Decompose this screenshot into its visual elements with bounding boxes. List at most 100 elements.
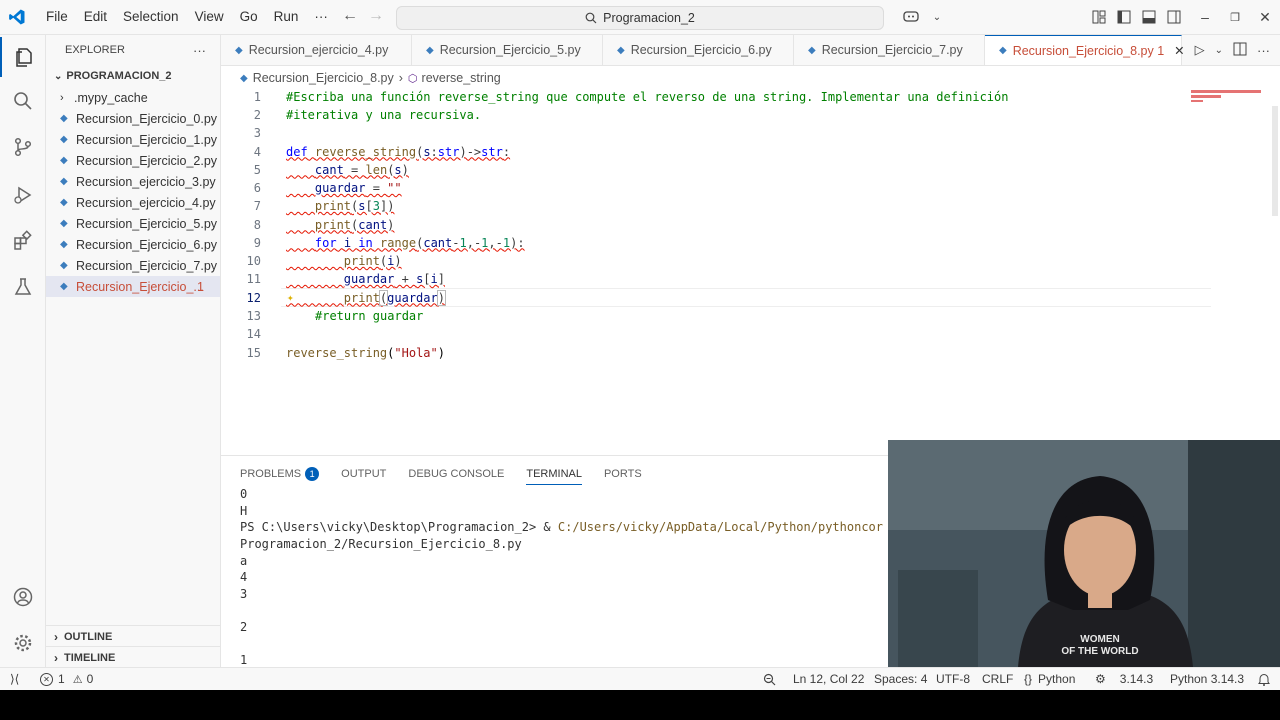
tab-label: PROBLEMS: [240, 468, 302, 480]
command-center-search[interactable]: Programacion_2: [396, 6, 884, 30]
source-control-icon[interactable]: [0, 127, 45, 167]
tree-item-file[interactable]: ◆ Recursion_Ejercicio_6.py: [46, 234, 220, 255]
activity-bar: [0, 35, 46, 667]
notifications-bell-icon[interactable]: [1258, 668, 1270, 690]
explorer-more-icon[interactable]: ···: [193, 43, 206, 58]
indentation[interactable]: Spaces: 4: [874, 668, 927, 690]
terminal-line: H: [240, 504, 248, 518]
remote-indicator-icon[interactable]: ⟩⟨: [10, 668, 19, 690]
tree-item-file[interactable]: ◆ Recursion_Ejercicio_7.py: [46, 255, 220, 276]
python-file-icon: ◆: [808, 44, 816, 56]
toggle-secondary-sidebar-icon[interactable]: [1163, 6, 1185, 28]
terminal-line: 3: [240, 587, 248, 601]
back-arrow-icon[interactable]: ←: [342, 7, 358, 25]
tree-item-file[interactable]: ◆ Recursion_ejercicio_4.py: [46, 192, 220, 213]
tab-output[interactable]: OUTPUT: [341, 468, 386, 480]
tree-item-mypy-cache[interactable]: › .mypy_cache: [46, 87, 220, 108]
terminal-line-prompt: PS C:\Users\vicky\Desktop\Programacion_2…: [240, 520, 883, 534]
chevron-down-icon[interactable]: ⌄: [1215, 45, 1223, 56]
tree-item-file[interactable]: ◆ Recursion_Ejercicio_0.py: [46, 108, 220, 129]
zoom-icon[interactable]: [763, 668, 776, 690]
tab-problems[interactable]: PROBLEMS 1: [240, 467, 320, 481]
menu-file[interactable]: File: [38, 0, 76, 34]
line-ending[interactable]: CRLF: [982, 668, 1013, 690]
copilot-icon[interactable]: [896, 6, 926, 28]
tree-item-file-active[interactable]: ◆ Recursion_Ejercicio_... 1: [46, 276, 220, 297]
breadcrumb-symbol[interactable]: reverse_string: [422, 71, 501, 85]
tab-recursion-ejercicio-6[interactable]: ◆ Recursion_Ejercicio_6.py: [603, 35, 794, 65]
extensions-icon[interactable]: [0, 221, 45, 261]
tab-terminal[interactable]: TERMINAL: [526, 468, 582, 485]
timeline-section[interactable]: › TIMELINE: [46, 646, 220, 668]
menu-view[interactable]: View: [187, 0, 232, 34]
tab-recursion-ejercicio-7[interactable]: ◆ Recursion_Ejercicio_7.py: [794, 35, 985, 65]
python-icon: ⚙: [1095, 672, 1106, 686]
code-line: 5 cant = len(s): [253, 162, 409, 177]
run-python-file-icon[interactable]: ▷: [1195, 42, 1205, 58]
tab-recursion-ejercicio-8[interactable]: ◆ Recursion_Ejercicio_8.py 1 ✕: [985, 35, 1185, 65]
explorer-icon[interactable]: [0, 37, 47, 77]
settings-gear-icon[interactable]: [0, 623, 45, 663]
outline-label: OUTLINE: [64, 630, 113, 643]
tree-item-label: Recursion_ejercicio_4.py: [76, 195, 216, 210]
code-line: 15 reverse_string("Hola"): [246, 345, 445, 360]
tree-item-file[interactable]: ◆ Recursion_ejercicio_3.py: [46, 171, 220, 192]
chevron-down-icon[interactable]: ⌄: [926, 6, 948, 28]
menu-edit[interactable]: Edit: [76, 0, 115, 34]
toggle-panel-icon[interactable]: [1138, 6, 1160, 28]
outline-section[interactable]: › OUTLINE: [46, 625, 220, 647]
code-editor[interactable]: 1 #Escriba una función reverse_string que…: [221, 88, 1280, 443]
code-line: 7 print(s[3]): [253, 199, 395, 213]
shirt-text-2: OF THE WORLD: [1061, 646, 1138, 657]
problems-status[interactable]: ✕ 1 ⚠ 0: [40, 668, 93, 690]
editor-scrollbar[interactable]: [1272, 106, 1278, 216]
run-debug-icon[interactable]: [0, 175, 45, 215]
toggle-primary-sidebar-icon[interactable]: [1113, 6, 1135, 28]
more-actions-icon[interactable]: ···: [1257, 43, 1270, 58]
explorer-title: EXPLORER: [65, 44, 125, 56]
python-interpreter[interactable]: Python 3.14.3: [1170, 668, 1244, 690]
tab-label: Recursion_Ejercicio_8.py 1: [1012, 43, 1165, 58]
python-environment[interactable]: ⚙ 3.14.3: [1095, 668, 1153, 690]
language-mode[interactable]: {} Python: [1024, 668, 1075, 690]
code-line: 10 print(i): [246, 254, 402, 268]
tab-debug-console[interactable]: DEBUG CONSOLE: [408, 468, 504, 480]
menu-run[interactable]: Run: [266, 0, 307, 34]
close-tab-icon[interactable]: ✕: [1174, 43, 1184, 58]
vscode-logo-icon[interactable]: [0, 0, 34, 34]
tab-ports[interactable]: PORTS: [604, 468, 642, 480]
shirt-text-1: WOMEN: [1080, 634, 1119, 645]
folder-programacion-2[interactable]: ⌄ PROGRAMACION_2: [46, 65, 220, 87]
encoding[interactable]: UTF-8: [936, 668, 970, 690]
forward-arrow-icon[interactable]: →: [368, 7, 384, 25]
chevron-right-icon: ›: [398, 71, 403, 85]
tree-item-label: Recursion_Ejercicio_2.py: [76, 153, 218, 168]
tab-recursion-ejercicio-5[interactable]: ◆ Recursion_Ejercicio_5.py: [412, 35, 603, 65]
python-file-icon: ◆: [60, 155, 68, 166]
accounts-icon[interactable]: [0, 577, 45, 617]
code-line: 9 for i in range(cant-1,-1,-1):: [253, 235, 525, 250]
tree-item-file[interactable]: ◆ Recursion_Ejercicio_2.py: [46, 150, 220, 171]
minimize-icon[interactable]: –: [1190, 6, 1220, 28]
python-file-icon: ◆: [235, 44, 243, 56]
menu-go[interactable]: Go: [232, 0, 266, 34]
search-icon[interactable]: [0, 81, 45, 121]
close-window-icon[interactable]: ✕: [1250, 6, 1280, 28]
menu-selection[interactable]: Selection: [115, 0, 187, 34]
breadcrumb-file[interactable]: Recursion_Ejercicio_8.py: [253, 71, 394, 85]
testing-icon[interactable]: [0, 267, 45, 307]
python-version: 3.14.3: [1119, 672, 1154, 686]
tree-item-file[interactable]: ◆ Recursion_Ejercicio_1.py: [46, 129, 220, 150]
python-file-icon: ◆: [60, 113, 68, 124]
tree-item-file[interactable]: ◆ Recursion_Ejercicio_5.py: [46, 213, 220, 234]
chevron-right-icon: ›: [60, 91, 64, 104]
tab-label: Recursion_ejercicio_4.py: [248, 43, 389, 57]
tree-item-label: Recursion_Ejercicio_0.py: [76, 111, 218, 126]
cursor-position[interactable]: Ln 12, Col 22: [793, 668, 864, 690]
customize-layout-icon[interactable]: [1088, 6, 1110, 28]
split-editor-icon[interactable]: [1233, 42, 1247, 59]
restore-icon[interactable]: ❐: [1220, 6, 1250, 28]
terminal-line: 2: [240, 620, 248, 634]
menu-more[interactable]: ···: [306, 0, 336, 34]
tab-recursion-ejercicio-4[interactable]: ◆ Recursion_ejercicio_4.py: [221, 35, 412, 65]
